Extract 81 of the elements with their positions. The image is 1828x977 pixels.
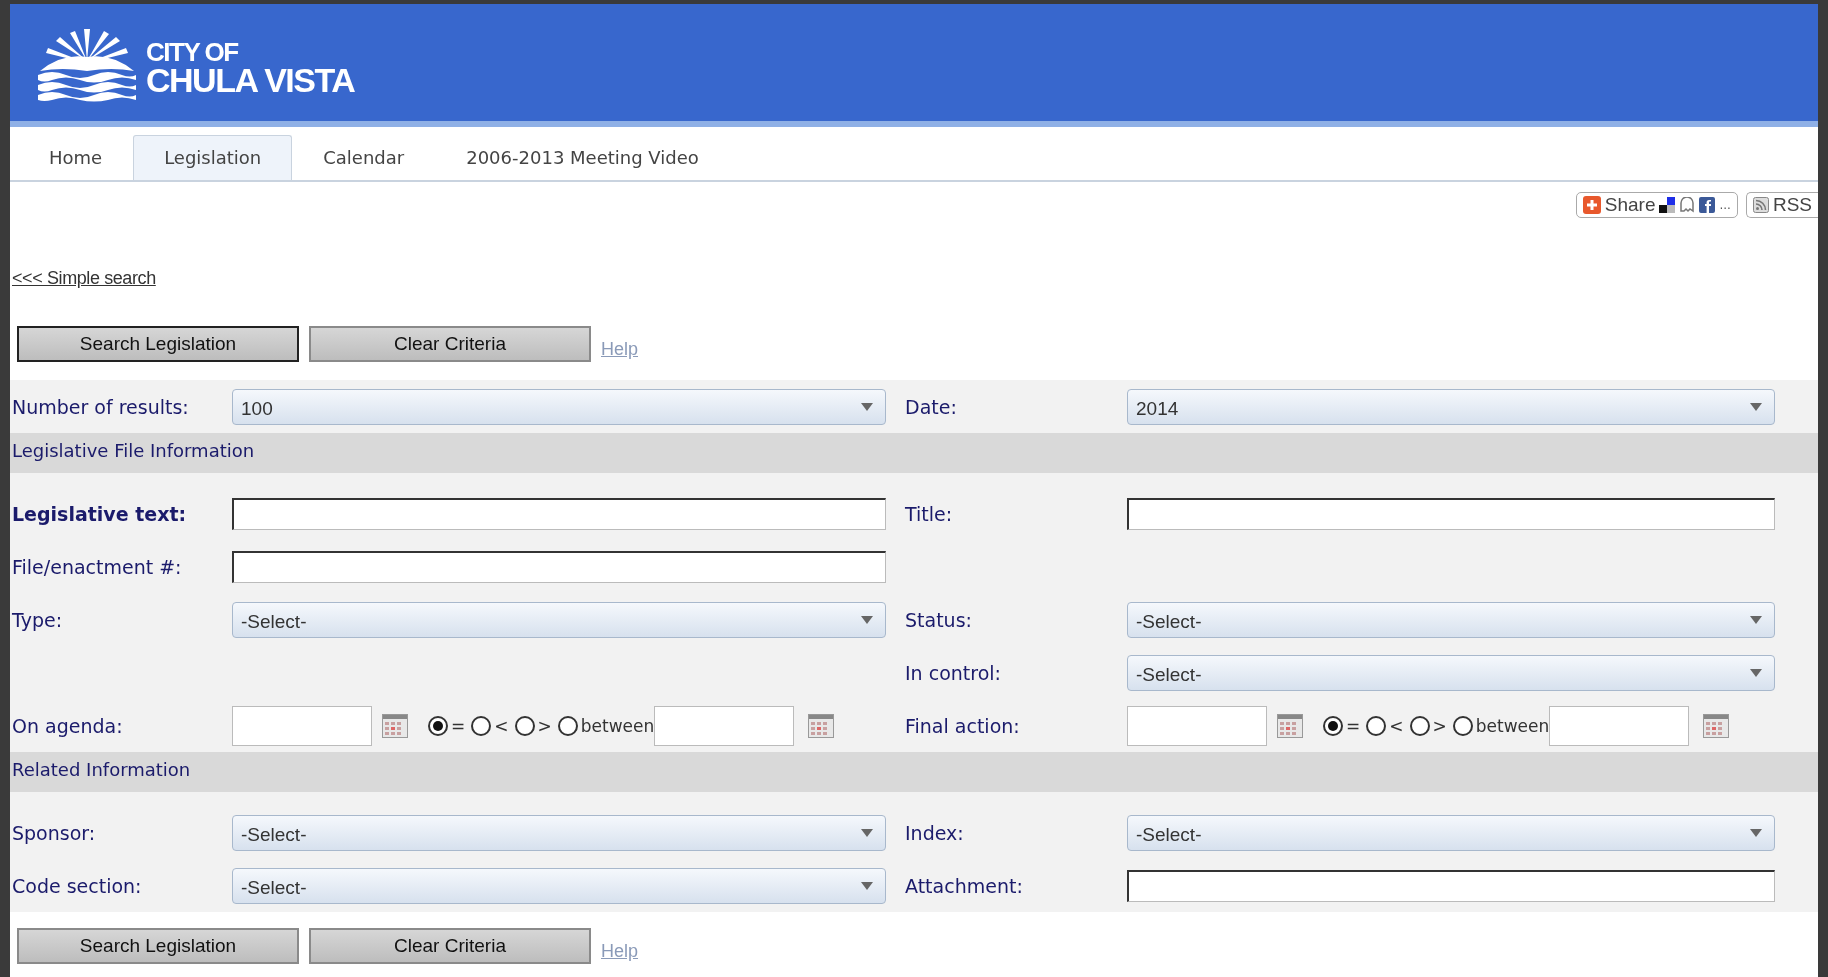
select-dropdown[interactable]: 100 [232,388,886,425]
share-label: Share [1604,194,1656,216]
ghost-icon [1679,197,1696,213]
field-label: Index: [904,821,965,844]
simple-search-link[interactable]: <<< Simple search [12,268,156,288]
rss-button[interactable]: RSS [1745,192,1818,218]
caret-icon [861,615,873,624]
option-label: between [1475,715,1550,736]
field-label: Code section: [11,874,143,897]
date-field[interactable] [1549,705,1690,746]
field-label: Date: [904,395,958,418]
caret-icon [1750,828,1762,837]
logo-text: CHULA VISTA [146,64,355,97]
text-field[interactable] [1127,497,1775,530]
select-dropdown[interactable]: -Select- [232,814,886,851]
plus-icon [1582,196,1601,214]
select-dropdown[interactable]: -Select- [232,601,886,638]
rss-label: RSS [1772,194,1812,216]
squares-icon [1659,197,1676,213]
text-field[interactable] [1127,869,1775,902]
radio-button[interactable] [1409,715,1430,736]
share-button[interactable]: Share ... [1575,192,1738,218]
select-dropdown[interactable]: -Select- [1127,814,1775,851]
date-field[interactable] [1127,705,1267,746]
radio-button[interactable] [1452,715,1473,736]
calendar-icon[interactable] [1703,713,1730,738]
option-label: between [580,715,655,736]
option-label: = [1346,715,1361,736]
text-field[interactable] [232,550,886,583]
field-label: Type: [11,608,64,631]
search-button[interactable]: Search Legislation [17,326,299,362]
rss-icon [1752,197,1769,213]
date-field[interactable] [232,705,372,746]
date-field[interactable] [654,705,795,746]
field-label: File/enactment #: [11,555,183,578]
select-dropdown[interactable]: -Select- [1127,654,1775,691]
radio-button[interactable] [557,715,578,736]
caret-icon [1750,402,1762,411]
select-dropdown[interactable]: -Select- [232,867,886,904]
field-label: Final action: [904,714,1021,737]
option-label: > [537,715,552,736]
caret-icon [1750,615,1762,624]
text-field[interactable] [232,497,886,530]
more-label: ... [1719,198,1731,212]
caret-icon [861,881,873,890]
option-label: > [1432,715,1447,736]
field-label: Status: [904,608,973,631]
select-dropdown[interactable]: 2014 [1127,388,1775,425]
radio-button[interactable] [471,715,492,736]
logo-text: CITY OF [146,39,240,65]
calendar-icon[interactable] [808,713,835,738]
facebook-icon [1699,197,1716,213]
clear-button[interactable]: Clear Criteria [309,928,591,964]
field-label: Sponsor: [11,821,97,844]
nav-tab[interactable]: Calendar [292,135,436,180]
caret-icon [861,828,873,837]
radio-button[interactable] [514,715,535,736]
radio-button[interactable] [428,715,448,736]
calendar-icon[interactable] [1277,713,1303,738]
option-label: = [451,715,466,736]
radio-button[interactable] [1323,715,1343,736]
nav-tab[interactable]: Legislation [133,135,293,180]
caret-icon [1750,668,1762,677]
calendar-icon[interactable] [382,713,408,738]
option-label: < [494,715,509,736]
caret-icon [861,402,873,411]
nav-tab[interactable]: 2006-2013 Meeting Video [435,135,730,180]
search-button[interactable]: Search Legislation [17,928,299,964]
clear-button[interactable]: Clear Criteria [309,326,591,362]
field-label: On agenda: [11,714,124,737]
field-label: Attachment: [904,874,1024,897]
field-label: Legislative text: [11,502,188,525]
field-label: Title: [904,502,954,525]
nav-tab[interactable]: Home [18,135,134,180]
section-header: Related Information [10,752,1818,792]
field-label: Number of results: [11,395,190,418]
radio-button[interactable] [1366,715,1387,736]
select-dropdown[interactable]: -Select- [1127,601,1775,638]
option-label: < [1389,715,1404,736]
field-label: In control: [904,661,1002,684]
section-header: Legislative File Information [10,433,1818,473]
